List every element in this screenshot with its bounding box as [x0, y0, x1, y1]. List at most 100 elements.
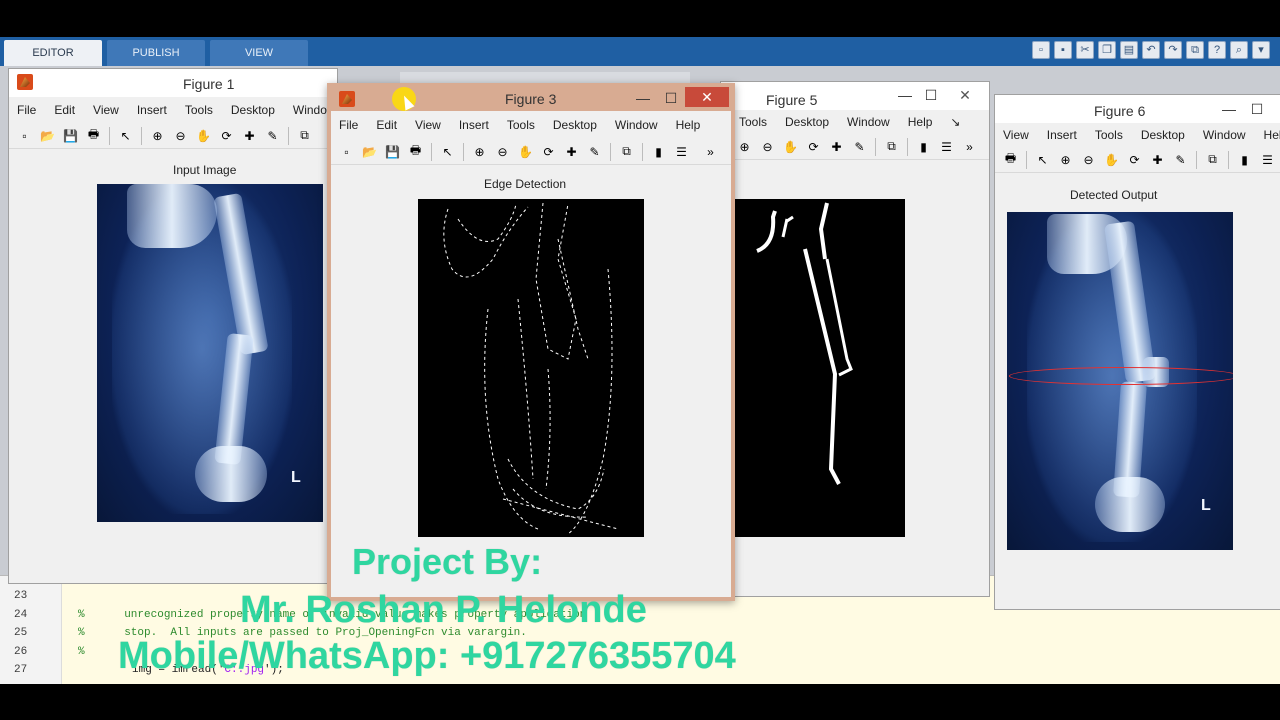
menu-insert[interactable]: Insert [451, 118, 499, 132]
maximize-button[interactable]: ☐ [917, 85, 945, 105]
menu-insert[interactable]: Insert [1039, 128, 1087, 142]
colorbar-icon[interactable]: ▮ [1235, 150, 1254, 169]
menu-edit[interactable]: Edit [368, 118, 407, 132]
menu-window[interactable]: Window [1195, 128, 1256, 142]
tab-editor[interactable]: EDITOR [4, 40, 102, 66]
data-cursor-icon[interactable]: ✚ [1148, 150, 1167, 169]
figure-5-window[interactable]: Figure 5 — ☐ ✕ Tools Desktop Window Help… [720, 81, 990, 597]
legend-icon[interactable]: ☰ [1258, 150, 1277, 169]
save-icon[interactable]: 💾 [61, 126, 80, 145]
menu-insert[interactable]: Insert [129, 103, 177, 117]
rotate-icon[interactable]: ⟳ [1125, 150, 1144, 169]
zoom-in-icon[interactable]: ⊕ [148, 126, 167, 145]
figure-3-window[interactable]: Figure 3 — ☐ ✕ File Edit View Insert Too… [327, 83, 735, 601]
colorbar-icon[interactable]: ▮ [649, 142, 668, 161]
figure-5-titlebar[interactable]: Figure 5 — ☐ ✕ [721, 82, 989, 110]
brush-icon[interactable]: ✎ [263, 126, 282, 145]
save-icon[interactable]: ▪ [1054, 41, 1072, 59]
paste-icon[interactable]: ▤ [1120, 41, 1138, 59]
pointer-icon[interactable]: ↖ [116, 126, 135, 145]
rotate-icon[interactable]: ⟳ [217, 126, 236, 145]
copy-icon[interactable]: ❐ [1098, 41, 1116, 59]
pointer-icon[interactable]: ↖ [1033, 150, 1052, 169]
print-icon[interactable]: 🖶 [406, 142, 425, 161]
figure-1-window[interactable]: Figure 1 ✕ File Edit View Insert Tools D… [8, 68, 338, 584]
zoom-in-icon[interactable]: ⊕ [735, 137, 754, 156]
zoom-out-icon[interactable]: ⊖ [758, 137, 777, 156]
cut-icon[interactable]: ✂ [1076, 41, 1094, 59]
menu-desktop[interactable]: Desktop [777, 115, 839, 129]
legend-icon[interactable]: ☰ [937, 137, 956, 156]
menu-help[interactable]: Help [900, 115, 943, 129]
figure-6-window[interactable]: Figure 6 — ☐ View Insert Tools Desktop W… [994, 94, 1280, 610]
search-icon[interactable]: ⌕ [1230, 41, 1248, 59]
save-icon[interactable]: 💾 [383, 142, 402, 161]
pan-icon[interactable]: ✋ [1102, 150, 1121, 169]
menu-view[interactable]: View [995, 128, 1039, 142]
link-plot-icon[interactable]: ⧉ [295, 126, 314, 145]
toolbar-overflow-icon[interactable]: » [701, 142, 720, 161]
pan-icon[interactable]: ✋ [781, 137, 800, 156]
close-button[interactable]: ✕ [943, 85, 987, 105]
menu-window[interactable]: Window [607, 118, 668, 132]
open-icon[interactable]: 📂 [38, 126, 57, 145]
redo-icon[interactable]: ↷ [1164, 41, 1182, 59]
data-cursor-icon[interactable]: ✚ [562, 142, 581, 161]
zoom-out-icon[interactable]: ⊖ [493, 142, 512, 161]
zoom-in-icon[interactable]: ⊕ [470, 142, 489, 161]
maximize-button[interactable]: ☐ [1243, 99, 1271, 119]
close-button[interactable]: ✕ [685, 87, 729, 107]
rotate-icon[interactable]: ⟳ [539, 142, 558, 161]
menu-desktop[interactable]: Desktop [545, 118, 607, 132]
rotate-icon[interactable]: ⟳ [804, 137, 823, 156]
menu-view[interactable]: View [85, 103, 129, 117]
collapse-icon[interactable]: ▾ [1252, 41, 1270, 59]
menu-file[interactable]: File [331, 118, 368, 132]
menu-desktop[interactable]: Desktop [223, 103, 285, 117]
menu-window[interactable]: Window [839, 115, 900, 129]
menu-tools[interactable]: Tools [499, 118, 545, 132]
toolbar-overflow-icon[interactable]: » [960, 137, 979, 156]
link-plot-icon[interactable]: ⧉ [617, 142, 636, 161]
figure-6-titlebar[interactable]: Figure 6 — ☐ [995, 95, 1280, 123]
code-line[interactable]: % [78, 646, 85, 658]
menu-tools[interactable]: Tools [177, 103, 223, 117]
undo-icon[interactable]: ↶ [1142, 41, 1160, 59]
figure-3-titlebar[interactable]: Figure 3 — ☐ ✕ [331, 87, 731, 111]
maximize-button[interactable]: ☐ [657, 88, 685, 108]
new-icon[interactable]: ▫ [1032, 41, 1050, 59]
pointer-icon[interactable]: ↖ [438, 142, 457, 161]
link-plot-icon[interactable]: ⧉ [1203, 150, 1222, 169]
brush-icon[interactable]: ✎ [1171, 150, 1190, 169]
menu-tools[interactable]: Tools [1087, 128, 1133, 142]
new-figure-icon[interactable]: ▫ [337, 142, 356, 161]
link-plot-icon[interactable]: ⧉ [882, 137, 901, 156]
zoom-out-icon[interactable]: ⊖ [1079, 150, 1098, 169]
minimize-button[interactable]: — [1215, 99, 1243, 119]
print-icon[interactable]: 🖶 [1001, 150, 1020, 169]
brush-icon[interactable]: ✎ [585, 142, 604, 161]
tab-view[interactable]: VIEW [210, 40, 308, 66]
switch-windows-icon[interactable]: ⧉ [1186, 41, 1204, 59]
colorbar-icon[interactable]: ▮ [914, 137, 933, 156]
new-figure-icon[interactable]: ▫ [15, 126, 34, 145]
menu-tools[interactable]: Tools [731, 115, 777, 129]
pan-icon[interactable]: ✋ [194, 126, 213, 145]
menu-view[interactable]: View [407, 118, 451, 132]
brush-icon[interactable]: ✎ [850, 137, 869, 156]
menu-help[interactable]: Help [668, 118, 711, 132]
menu-overflow-icon[interactable]: ↘ [942, 115, 970, 129]
menu-file[interactable]: File [9, 103, 46, 117]
figure-1-titlebar[interactable]: Figure 1 ✕ [9, 69, 337, 97]
menu-desktop[interactable]: Desktop [1133, 128, 1195, 142]
data-cursor-icon[interactable]: ✚ [240, 126, 259, 145]
pan-icon[interactable]: ✋ [516, 142, 535, 161]
legend-icon[interactable]: ☰ [672, 142, 691, 161]
data-cursor-icon[interactable]: ✚ [827, 137, 846, 156]
zoom-in-icon[interactable]: ⊕ [1056, 150, 1075, 169]
open-icon[interactable]: 📂 [360, 142, 379, 161]
minimize-button[interactable]: — [629, 88, 657, 108]
zoom-out-icon[interactable]: ⊖ [171, 126, 190, 145]
help-icon[interactable]: ? [1208, 41, 1226, 59]
tab-publish[interactable]: PUBLISH [107, 40, 205, 66]
